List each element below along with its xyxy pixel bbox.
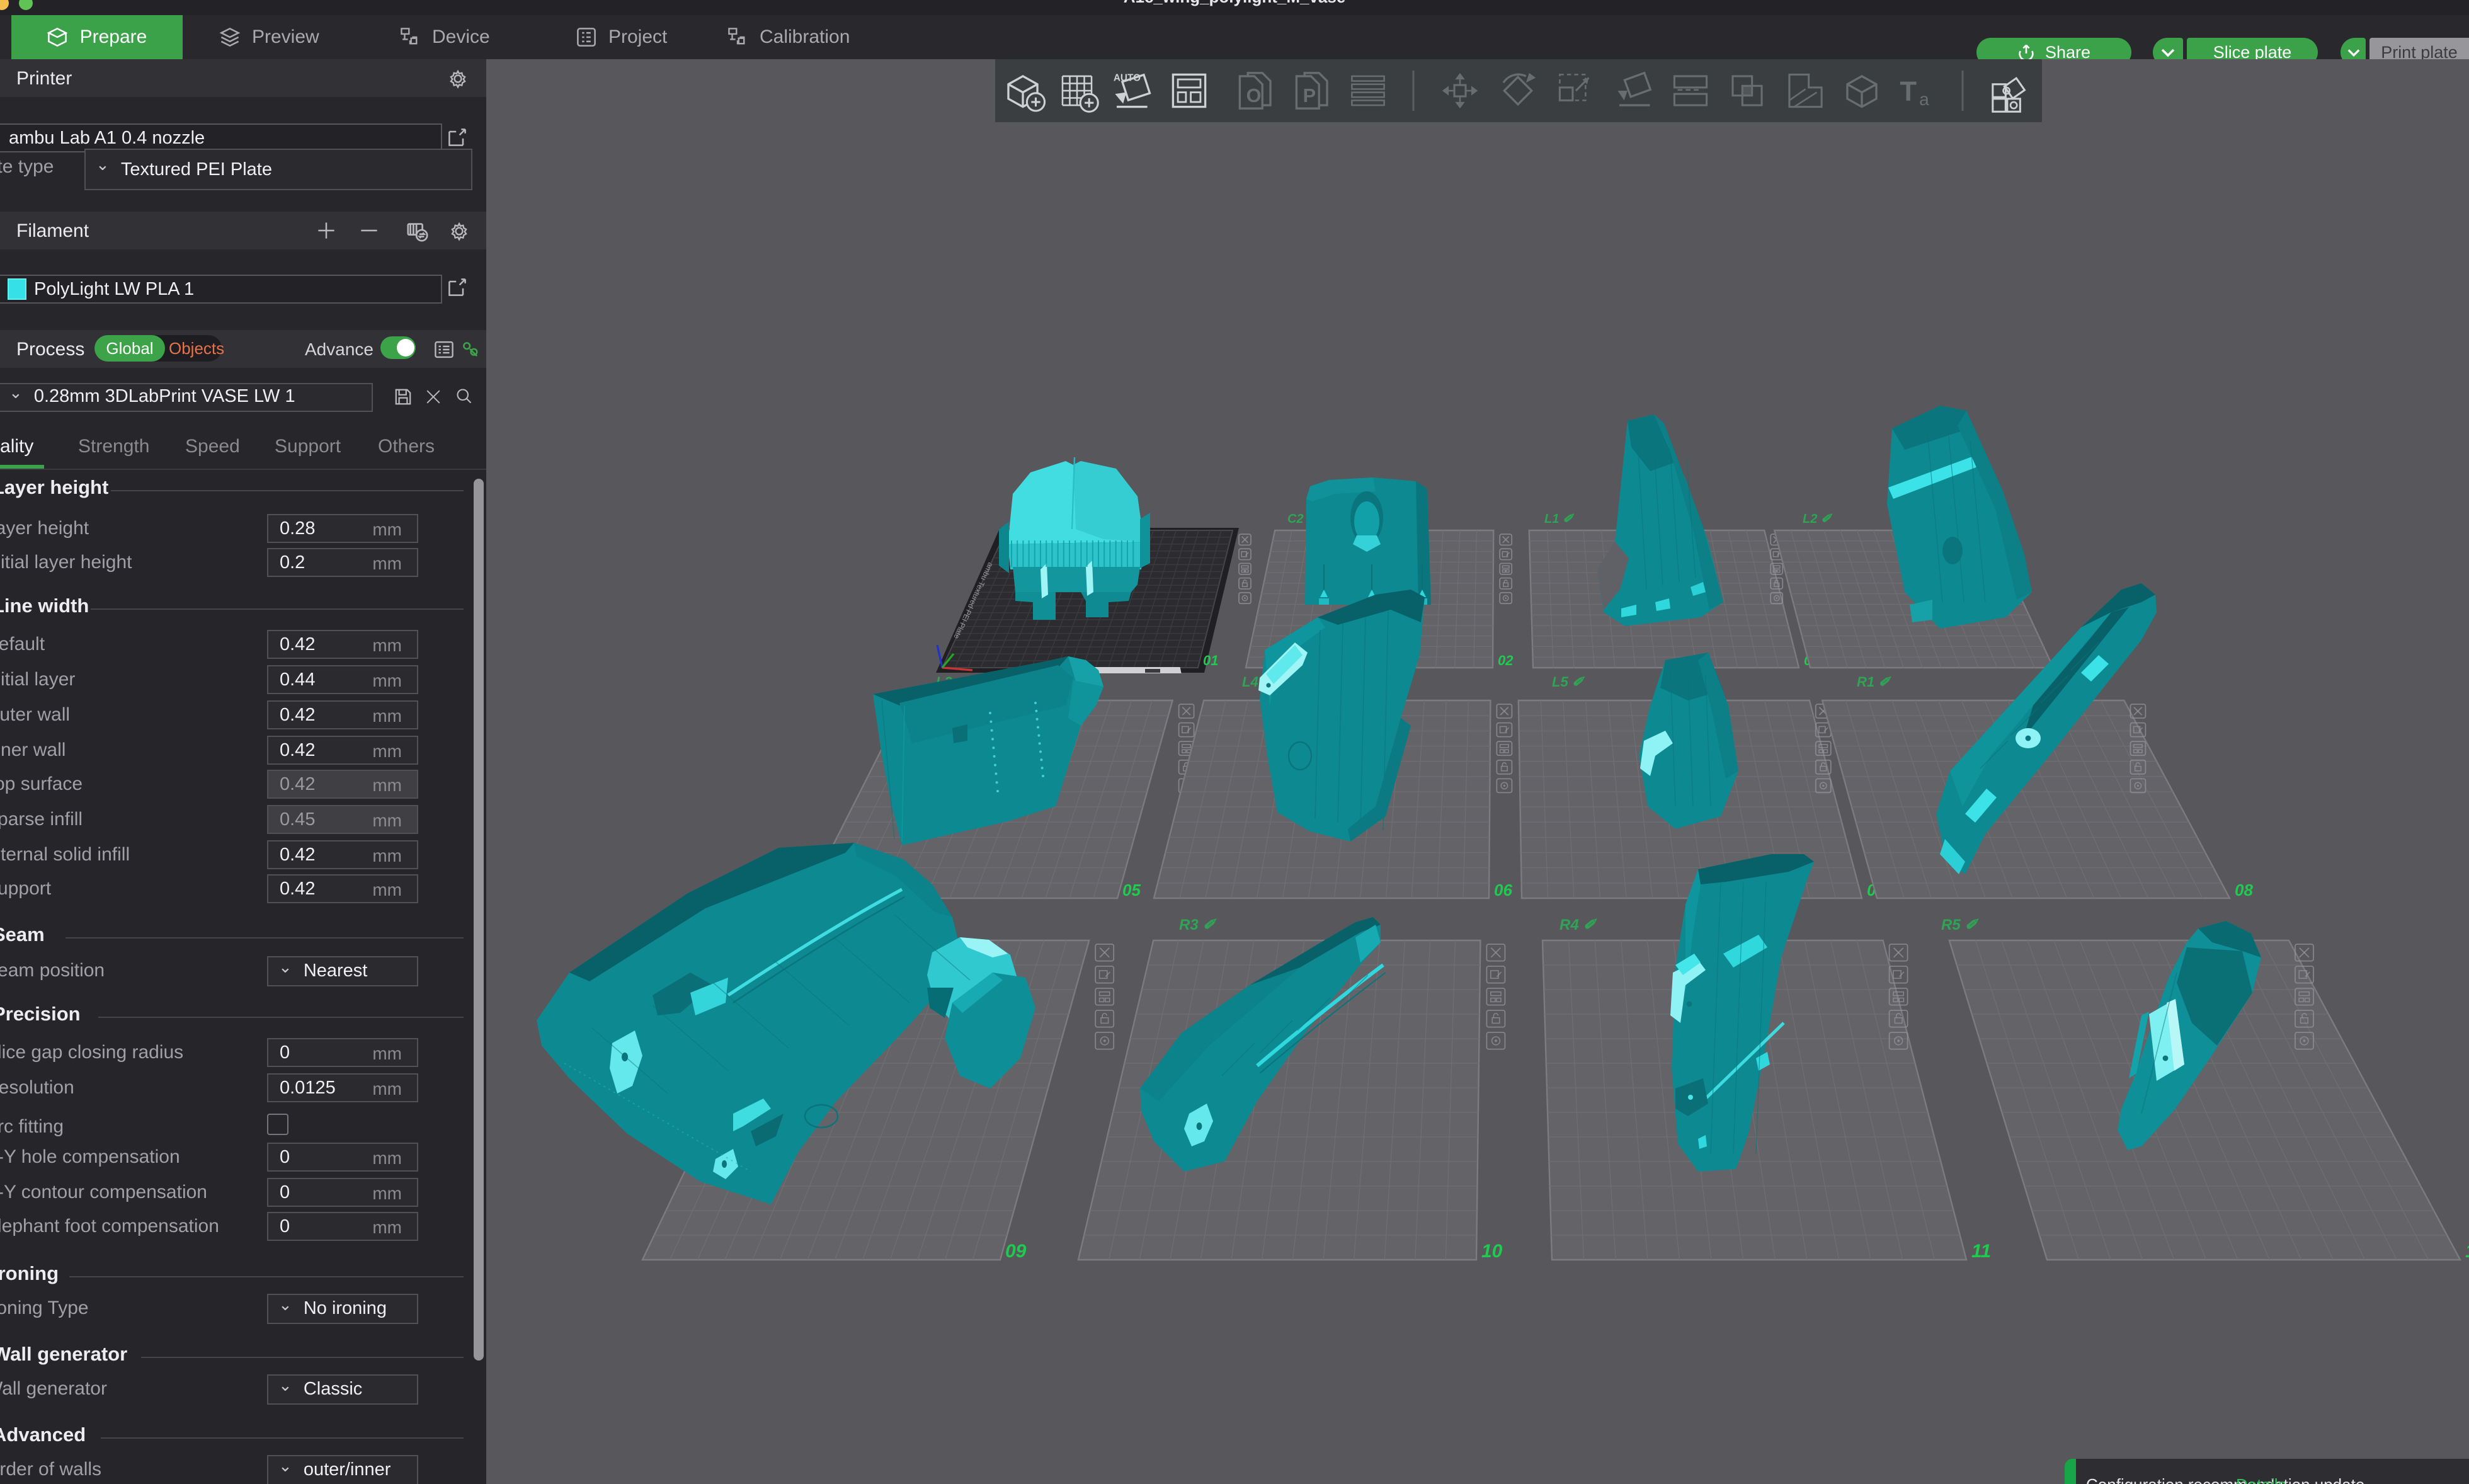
- svg-text:06: 06: [1494, 881, 1512, 899]
- svg-text:12: 12: [2465, 1241, 2469, 1262]
- svg-text:09: 09: [1005, 1241, 1027, 1262]
- svg-text:R3 ✐: R3 ✐: [1179, 916, 1217, 933]
- svg-text:R4 ✐: R4 ✐: [1560, 916, 1597, 933]
- svg-text:Configuration recommendation u: Configuration recommendation update: [2086, 1475, 2364, 1484]
- svg-text:08: 08: [2235, 881, 2253, 899]
- svg-text:10: 10: [1481, 1241, 1503, 1262]
- svg-text:L1 ✐: L1 ✐: [1544, 512, 1575, 526]
- svg-text:02: 02: [1498, 653, 1514, 668]
- svg-text:a: a: [1919, 89, 1929, 109]
- svg-text:L2 ✐: L2 ✐: [1803, 512, 1833, 526]
- svg-text:01: 01: [1203, 653, 1218, 668]
- svg-text:T: T: [1900, 76, 1917, 106]
- svg-text:11: 11: [1971, 1241, 1991, 1262]
- svg-text:O: O: [1246, 84, 1262, 106]
- svg-text:R5 ✐: R5 ✐: [1941, 916, 1979, 933]
- svg-text:L5 ✐: L5 ✐: [1552, 674, 1585, 690]
- svg-text:05: 05: [1122, 881, 1141, 899]
- svg-text:Details: Details: [2236, 1475, 2286, 1484]
- svg-text:R1 ✐: R1 ✐: [1857, 674, 1891, 690]
- svg-text:P: P: [1303, 84, 1316, 106]
